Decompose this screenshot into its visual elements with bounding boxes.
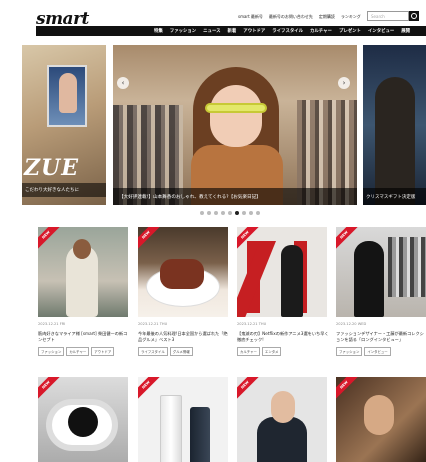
sunglasses-image: [205, 103, 267, 113]
nav-item-news[interactable]: ニュース: [203, 28, 220, 34]
new-badge: NEW: [138, 377, 161, 400]
article-date: 2023.12.21 THU: [138, 322, 168, 326]
article-card[interactable]: NEW 2023.12.20 WED ファッションデザイナー・工藤が最新コレクシ…: [336, 227, 426, 356]
main-nav: 特集 ファッション ニュース 新着 アウトドア ライフスタイル カルチャー プレ…: [36, 26, 426, 36]
nav-item-culture[interactable]: カルチャー: [310, 28, 332, 34]
model-face-image: [210, 85, 262, 147]
article-title[interactable]: 今年最後の人気料理!日本全国から選ばれた「絶品グルメ」ベスト3: [138, 331, 230, 343]
clothing-rack-image: [388, 237, 426, 297]
carousel-dot[interactable]: [228, 211, 232, 215]
nav-item-lifestyle[interactable]: ライフスタイル: [272, 28, 303, 34]
article-tag[interactable]: ファッション: [336, 347, 363, 356]
nav-item-new[interactable]: 新着: [228, 28, 237, 34]
nav-item-outdoor[interactable]: アウトドア: [243, 28, 265, 34]
article-tag[interactable]: アウトドア: [91, 347, 115, 356]
top-links: smart 最新号 最新号のお問い合わせ先 定期購読 ランキング: [238, 14, 361, 20]
article-thumbnail[interactable]: NEW: [336, 377, 426, 462]
article-thumbnail[interactable]: NEW: [237, 227, 327, 317]
article-card[interactable]: NEW: [237, 377, 327, 462]
article-date: 2023.12.21 FRI: [38, 322, 66, 326]
carousel-dot[interactable]: [221, 211, 225, 215]
carousel-pagination: [200, 211, 260, 215]
article-thumbnail[interactable]: NEW: [38, 227, 128, 317]
nav-item-fashion[interactable]: ファッション: [170, 28, 196, 34]
slide-overlay-text: ZUE: [24, 155, 80, 181]
model-face-image: [271, 391, 295, 423]
article-tag[interactable]: エンタメ: [261, 347, 282, 356]
article-title[interactable]: ファッションデザイナー・工藤が最新コレクションを語る「ロングインタビュー」: [336, 331, 426, 343]
nav-item-present[interactable]: プレゼント: [339, 28, 361, 34]
article-title[interactable]: 筋肉好きなマライア様 [smart] 柴田健一の新コンセプト: [38, 331, 130, 343]
top-link-subscription[interactable]: 定期購読: [319, 14, 335, 20]
carousel-dot[interactable]: [207, 211, 211, 215]
new-badge: NEW: [336, 377, 359, 400]
carousel-dot[interactable]: [235, 211, 239, 215]
article-tag[interactable]: インタビュー: [364, 347, 391, 356]
new-badge: NEW: [237, 377, 260, 400]
new-badge: NEW: [38, 377, 61, 400]
article-card[interactable]: NEW 2023.12.21 THU 【鬼滅の刃】Netflixの新作アニメ3選…: [237, 227, 329, 356]
nav-item-interview[interactable]: インタビュー: [368, 28, 394, 34]
carousel-dot[interactable]: [242, 211, 246, 215]
carousel-dot[interactable]: [200, 211, 204, 215]
article-thumbnail[interactable]: NEW: [237, 377, 327, 462]
top-link-contact[interactable]: 最新号のお問い合わせ先: [269, 14, 313, 20]
nav-item-special[interactable]: 特集: [154, 28, 163, 34]
perfume-bottle-image: [190, 407, 210, 462]
search-input[interactable]: Search: [367, 11, 409, 21]
slide-caption: こだわり大好きな人たちに: [22, 183, 106, 197]
article-title[interactable]: 【鬼滅の刃】Netflixの新作アニメ3選をいち早く徹底チェック!: [237, 331, 329, 343]
article-card[interactable]: NEW 2023.12.21 THU 今年最後の人気料理!日本全国から選ばれた「…: [138, 227, 228, 356]
carousel-slide-prev[interactable]: ZUE こだわり大好きな人たちに: [22, 45, 106, 205]
article-tag[interactable]: ファッション: [38, 347, 65, 356]
article-card[interactable]: NEW: [38, 377, 128, 462]
carousel-slide-next[interactable]: クリスマスギフト決定版: [363, 45, 426, 205]
article-tags: ファッション カルチャー アウトドア: [38, 347, 115, 356]
article-tag[interactable]: ライフスタイル: [138, 347, 168, 356]
article-card[interactable]: NEW 2023.12.21 FRI 筋肉好きなマライア様 [smart] 柴田…: [38, 227, 128, 356]
slide-caption: クリスマスギフト決定版: [363, 188, 426, 205]
carousel-next-arrow-icon[interactable]: ›: [338, 77, 350, 89]
model-image: [257, 417, 307, 462]
article-tags: カルチャー エンタメ: [237, 347, 282, 356]
search-icon[interactable]: [409, 11, 419, 21]
article-thumbnail[interactable]: NEW: [336, 227, 426, 317]
model-head-image: [73, 239, 91, 259]
model-image: [68, 407, 98, 437]
carousel-dot[interactable]: [256, 211, 260, 215]
top-link-ranking[interactable]: ランキング: [341, 14, 361, 20]
article-thumbnail[interactable]: NEW: [38, 377, 128, 462]
article-tags: ライフスタイル グルメ情報: [138, 347, 193, 356]
model-face-image: [364, 395, 394, 435]
article-date: 2023.12.21 THU: [237, 322, 267, 326]
top-link-latest-issue[interactable]: smart 最新号: [238, 14, 263, 20]
model-image: [375, 77, 415, 205]
new-badge: NEW: [138, 227, 161, 250]
new-badge: NEW: [38, 227, 61, 250]
carousel-slide-current[interactable]: 【大好評連載!】山本舞香のおしゃれ、教えてくれる?【お気楽日記】: [113, 45, 357, 205]
article-thumbnail[interactable]: NEW: [138, 377, 228, 462]
slide-caption: 【大好評連載!】山本舞香のおしゃれ、教えてくれる?【お気楽日記】: [113, 188, 357, 205]
article-card[interactable]: NEW: [336, 377, 426, 462]
carousel-dot[interactable]: [249, 211, 253, 215]
carousel-dot[interactable]: [214, 211, 218, 215]
article-thumbnail[interactable]: NEW: [138, 227, 228, 317]
carousel-prev-arrow-icon[interactable]: ‹: [117, 77, 129, 89]
magazine-poster-image: [47, 65, 87, 127]
article-card[interactable]: NEW: [138, 377, 228, 462]
article-tags: ファッション インタビュー: [336, 347, 391, 356]
article-date: 2023.12.20 WED: [336, 322, 367, 326]
nav-item-more[interactable]: 展開: [401, 28, 410, 34]
model-image: [354, 241, 384, 317]
article-tag[interactable]: カルチャー: [66, 347, 90, 356]
perfume-bottle-image: [160, 395, 182, 462]
model-image: [281, 245, 303, 317]
food-image: [160, 259, 204, 289]
article-tag[interactable]: グルメ情報: [169, 347, 193, 356]
article-tag[interactable]: カルチャー: [237, 347, 260, 356]
